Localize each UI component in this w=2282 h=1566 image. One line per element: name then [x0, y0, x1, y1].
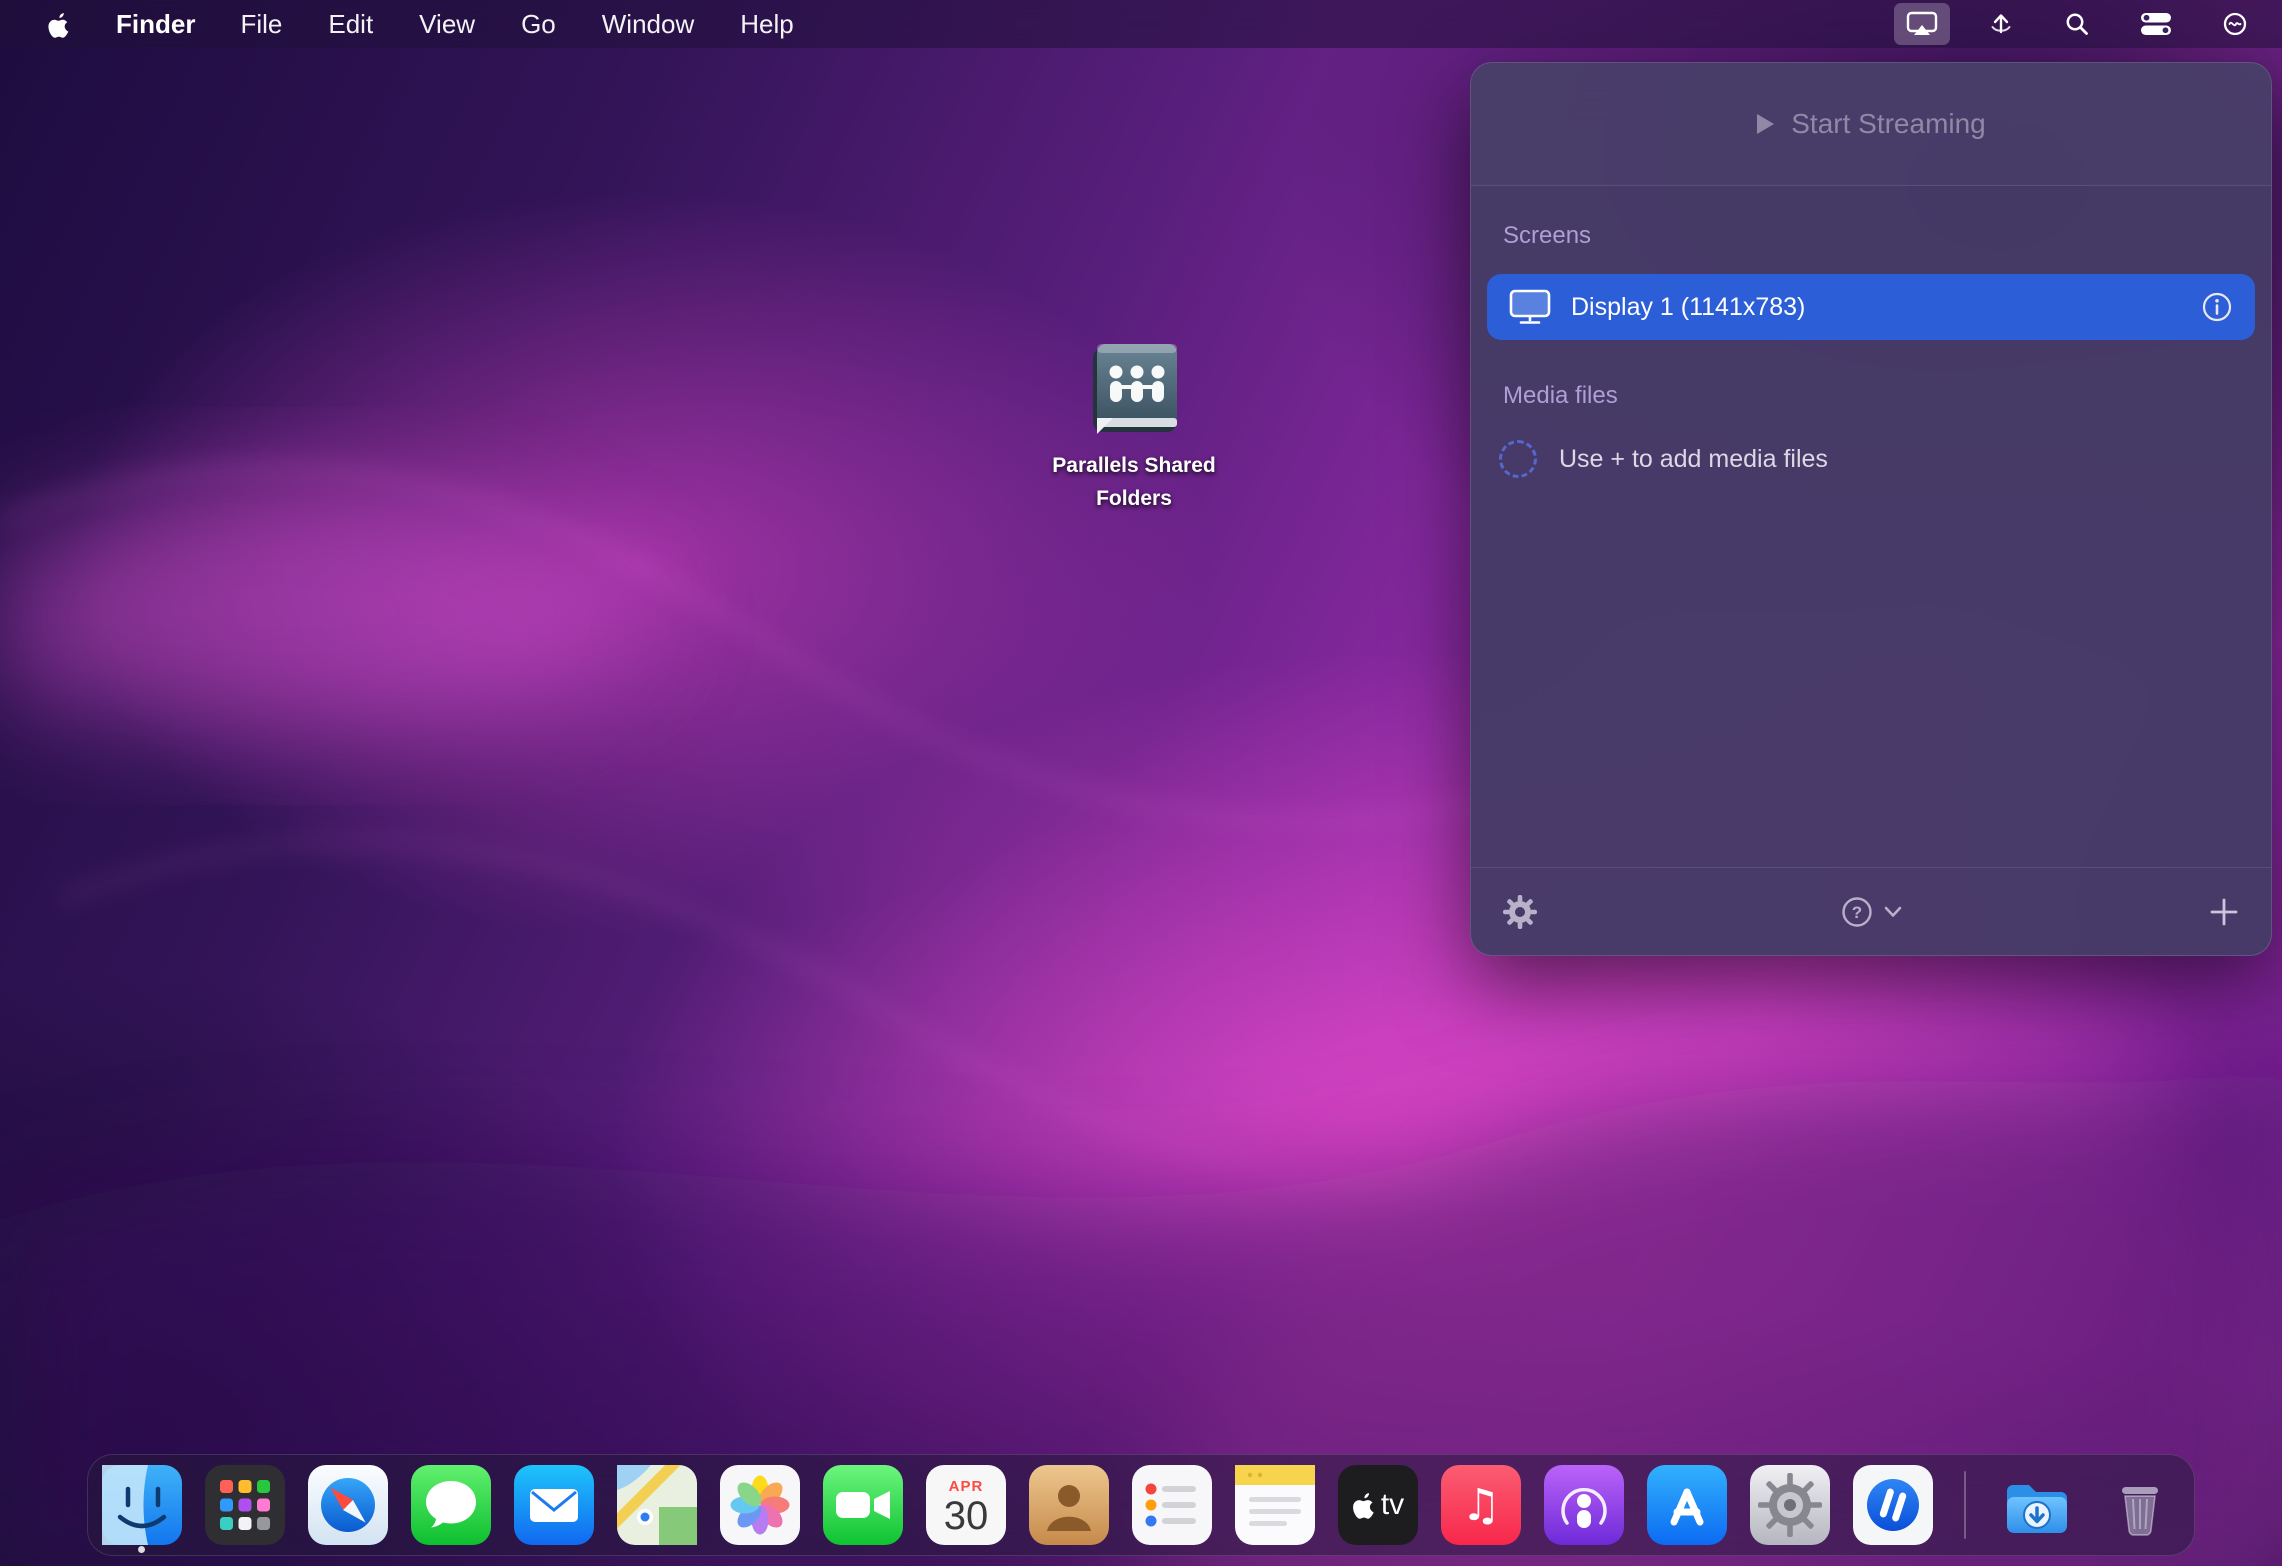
menu-edit[interactable]: Edit — [305, 9, 396, 40]
music-note-icon: ♫ — [1461, 1480, 1500, 1531]
dock-calendar[interactable]: APR 30 — [926, 1465, 1006, 1545]
finder-running-indicator — [138, 1546, 145, 1553]
dock-podcasts[interactable] — [1544, 1465, 1624, 1545]
media-placeholder-circle — [1499, 440, 1537, 478]
screen-mirroring-icon[interactable] — [1894, 3, 1950, 45]
dock-divider — [1964, 1471, 1966, 1539]
dock: APR 30 — [87, 1454, 2195, 1556]
menu-file[interactable]: File — [217, 9, 305, 40]
media-section-label: Media files — [1503, 382, 2271, 410]
media-hint-text: Use + to add media files — [1559, 445, 1828, 474]
display-row-label: Display 1 (1141x783) — [1571, 293, 1805, 322]
dock-music[interactable]: ♫ — [1441, 1465, 1521, 1545]
control-center-icon[interactable] — [2128, 4, 2184, 44]
desktop-icon-label: Parallels Shared Folders — [1029, 450, 1239, 515]
calendar-month: APR — [949, 1478, 984, 1495]
dock-contacts[interactable] — [1029, 1465, 1109, 1545]
dock-reminders[interactable] — [1132, 1465, 1212, 1545]
dock-photos[interactable] — [720, 1465, 800, 1545]
streaming-popover: Start Streaming Screens Display 1 (1141x… — [1470, 62, 2272, 956]
siri-icon[interactable] — [2210, 3, 2260, 45]
display-row[interactable]: Display 1 (1141x783) — [1487, 274, 2255, 340]
calendar-day: 30 — [944, 1495, 989, 1537]
dock-finder[interactable] — [102, 1465, 182, 1545]
dock-system-preferences[interactable] — [1750, 1465, 1830, 1545]
media-placeholder-row: Use + to add media files — [1499, 440, 2271, 478]
start-streaming-label: Start Streaming — [1791, 108, 1986, 140]
menu-view[interactable]: View — [396, 9, 498, 40]
menu-help[interactable]: Help — [717, 9, 816, 40]
chevron-down-icon — [1884, 906, 1902, 918]
dock-maps[interactable] — [617, 1465, 697, 1545]
dock-mail[interactable] — [514, 1465, 594, 1545]
dock-app-store[interactable] — [1647, 1465, 1727, 1545]
settings-gear-icon[interactable] — [1501, 893, 1539, 931]
help-icon: ? — [1840, 895, 1874, 929]
menu-app-name[interactable]: Finder — [94, 9, 217, 40]
help-menu-group[interactable]: ? — [1840, 895, 1902, 929]
svg-text:?: ? — [1852, 903, 1862, 922]
up-arrow-icon[interactable] — [1976, 3, 2026, 45]
dock-messages[interactable] — [411, 1465, 491, 1545]
parallels-shared-folders-icon[interactable]: Parallels Shared Folders — [980, 336, 1288, 515]
popover-footer: ? — [1471, 867, 2271, 955]
dock-launchpad[interactable] — [205, 1465, 285, 1545]
desktop-screen: Finder File Edit View Go Window Help — [0, 0, 2282, 1566]
start-streaming-button[interactable]: Start Streaming — [1471, 63, 2271, 186]
menu-bar: Finder File Edit View Go Window Help — [0, 0, 2282, 48]
info-icon[interactable] — [2201, 291, 2233, 323]
screens-section-label: Screens — [1503, 222, 2271, 250]
dock-facetime[interactable] — [823, 1465, 903, 1545]
apple-logo-small-icon — [1352, 1491, 1376, 1519]
display-icon — [1509, 289, 1551, 325]
appletv-label: tv — [1381, 1488, 1404, 1522]
shared-folders-drive-icon — [1075, 336, 1193, 444]
search-icon[interactable] — [2052, 3, 2102, 45]
dock-safari[interactable] — [308, 1465, 388, 1545]
dock-notes[interactable] — [1235, 1465, 1315, 1545]
menu-go[interactable]: Go — [498, 9, 579, 40]
dock-downloads-folder[interactable] — [1997, 1465, 2077, 1545]
add-plus-icon[interactable] — [2207, 895, 2241, 929]
dock-parallels-desktop[interactable] — [1853, 1465, 1933, 1545]
dock-apple-tv[interactable]: tv — [1338, 1465, 1418, 1545]
dock-trash[interactable] — [2100, 1465, 2180, 1545]
apple-menu[interactable] — [24, 0, 94, 48]
apple-logo-icon — [48, 11, 70, 38]
play-icon — [1756, 113, 1775, 135]
menu-window[interactable]: Window — [579, 9, 717, 40]
